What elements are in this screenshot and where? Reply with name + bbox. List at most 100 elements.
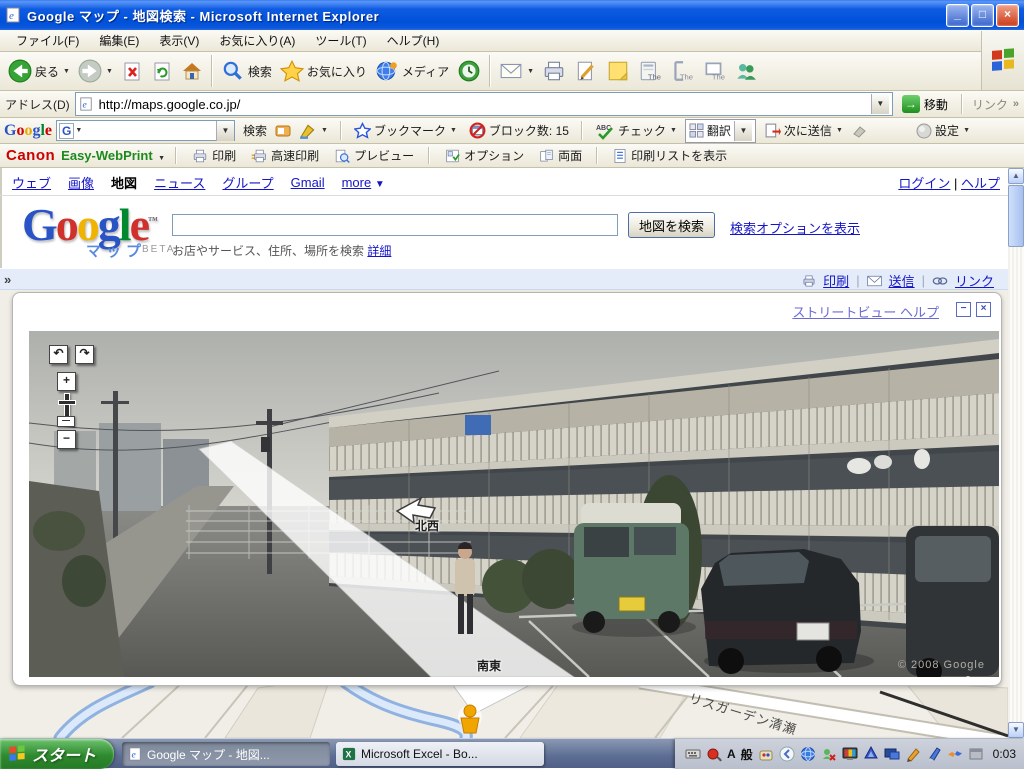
tab-gmail[interactable]: Gmail — [291, 175, 325, 190]
tab-more[interactable]: more ▼ — [342, 175, 385, 190]
dual-monitor-icon[interactable] — [884, 746, 900, 762]
keyboard-icon[interactable] — [685, 746, 701, 762]
settings-button[interactable]: 設定 ▼ — [912, 120, 974, 141]
canon-preview-button[interactable]: プレビュー — [329, 145, 418, 166]
pencil-icon[interactable] — [905, 746, 921, 762]
map-search-input[interactable] — [172, 214, 618, 236]
scroll-thumb[interactable] — [1008, 185, 1024, 247]
menu-edit[interactable]: 編集(E) — [89, 29, 149, 52]
panel-close-button[interactable]: × — [976, 302, 991, 317]
back-button[interactable]: 戻る ▼ — [4, 57, 74, 85]
the-button-3[interactable]: The — [698, 57, 730, 85]
zoom-slider-handle[interactable] — [57, 416, 75, 427]
links-chevron[interactable]: » — [1013, 98, 1019, 110]
network-globe-icon[interactable] — [800, 746, 816, 762]
scroll-up-button[interactable]: ▲ — [1008, 168, 1024, 184]
links-label[interactable]: リンク — [972, 96, 1008, 113]
bookmarks-button[interactable]: ブックマーク ▼ — [350, 120, 461, 141]
ime-mode-indicator[interactable]: 般 — [741, 746, 753, 763]
menu-favorites[interactable]: お気に入り(A) — [209, 29, 305, 52]
spellcheck-button[interactable]: ABC チェック ▼ — [591, 120, 681, 142]
zoom-in-button[interactable]: + — [57, 372, 76, 391]
canon-print-button[interactable]: 印刷 — [187, 145, 240, 166]
pen-tablet-icon[interactable] — [926, 746, 942, 762]
print-link[interactable]: 印刷 — [823, 271, 849, 290]
go-button[interactable]: → 移動 — [898, 94, 952, 114]
ime-pad-icon[interactable] — [758, 746, 774, 762]
tab-news[interactable]: ニュース — [154, 173, 205, 192]
panel-minimize-button[interactable]: − — [956, 302, 971, 317]
tab-web[interactable]: ウェブ — [12, 173, 51, 192]
canon-options-button[interactable]: オプション — [440, 145, 528, 166]
address-dropdown-button[interactable]: ▼ — [870, 94, 889, 114]
google-search-combo[interactable]: G ▼ ▼ — [56, 120, 236, 141]
send-link[interactable]: 送信 — [889, 271, 915, 290]
the-button-1[interactable]: The — [634, 57, 666, 85]
link-link[interactable]: リンク — [955, 271, 994, 290]
canon-print-list-button[interactable]: 印刷リストを表示 — [608, 145, 731, 166]
map-search-button[interactable]: 地図を検索 — [628, 212, 716, 238]
print-button[interactable] — [538, 57, 570, 85]
highlighter-button[interactable]: ▼ — [295, 120, 332, 142]
tab-groups[interactable]: グループ — [222, 173, 273, 192]
favorites-button[interactable]: お気に入り — [276, 57, 371, 85]
messenger-button[interactable] — [730, 57, 762, 85]
stop-button[interactable] — [117, 58, 147, 84]
start-button[interactable]: スタート — [0, 739, 114, 769]
history-button[interactable] — [453, 57, 485, 85]
mail-button[interactable]: ▼ — [495, 57, 538, 85]
maximize-button[interactable]: □ — [971, 3, 994, 27]
task-google-maps[interactable]: e Google マップ - 地図... — [122, 742, 330, 766]
search-options-link[interactable]: 検索オプションを表示 — [730, 218, 860, 237]
news-card-icon[interactable] — [275, 123, 291, 139]
sticky-note-button[interactable] — [602, 57, 634, 85]
rotate-right-button[interactable]: ↷ — [75, 345, 94, 364]
messenger-status-icon[interactable] — [821, 746, 837, 762]
translate-button[interactable]: 翻訳 ▼ — [684, 118, 756, 143]
pegman[interactable] — [463, 704, 477, 718]
combo-dropdown-button[interactable]: ▼ — [216, 120, 235, 141]
menu-help[interactable]: ヘルプ(H) — [377, 29, 450, 52]
canon-product-button[interactable]: Easy-WebPrint ▼ — [61, 147, 165, 165]
help-link[interactable]: ヘルプ — [961, 176, 1000, 191]
compass-back-label[interactable]: 南東 — [477, 657, 501, 674]
menu-view[interactable]: 表示(V) — [149, 29, 209, 52]
translate-dropdown[interactable]: ▼ — [733, 120, 752, 141]
refresh-button[interactable] — [147, 58, 177, 84]
canon-fast-print-button[interactable]: 高速印刷 — [246, 145, 323, 166]
minimize-button[interactable]: _ — [946, 3, 969, 27]
scroll-down-button[interactable]: ▼ — [1008, 722, 1024, 738]
pointing-device-icon[interactable] — [706, 746, 722, 762]
edit-button[interactable] — [570, 57, 602, 85]
close-button[interactable]: × — [996, 3, 1019, 27]
home-button[interactable] — [177, 58, 207, 84]
streetview-photo[interactable]: ↶ ↷ + − 北西 南東 © 2008 Google — [29, 331, 999, 677]
send-to-button[interactable]: 次に送信 ▼ — [760, 120, 847, 141]
menu-tools[interactable]: ツール(T) — [305, 29, 376, 52]
zoom-out-button[interactable]: − — [57, 430, 76, 449]
collapse-tray-chevron[interactable] — [779, 746, 795, 762]
the-button-2[interactable]: The — [666, 57, 698, 85]
display-color-icon[interactable] — [842, 746, 858, 762]
forward-button[interactable]: ▼ — [74, 57, 117, 85]
graphics-utility-icon[interactable] — [863, 746, 879, 762]
eraser-icon[interactable] — [851, 123, 867, 139]
search-button[interactable]: 検索 — [217, 57, 276, 85]
compass-forward-label[interactable]: 北西 — [415, 517, 439, 534]
popup-blocker-button[interactable]: ブロック数: 15 — [465, 120, 573, 141]
task-excel[interactable]: X Microsoft Excel - Bo... — [336, 742, 544, 766]
sync-hands-icon[interactable] — [947, 746, 963, 762]
menu-file[interactable]: ファイル(F) — [6, 29, 89, 52]
login-link[interactable]: ログイン — [898, 176, 950, 191]
gtoolbar-search-button[interactable]: 検索 — [239, 120, 271, 141]
ime-language-indicator[interactable]: A — [727, 747, 736, 761]
details-link[interactable]: 詳細 — [367, 244, 391, 258]
canon-duplex-button[interactable]: 両面 — [534, 145, 586, 166]
streetview-help-link[interactable]: ストリートビュー ヘルプ — [792, 302, 939, 321]
address-input[interactable]: e ▼ — [74, 92, 893, 116]
media-button[interactable]: メディア — [371, 57, 453, 85]
rotate-left-button[interactable]: ↶ — [49, 345, 68, 364]
vertical-scrollbar[interactable]: ▲ ▼ — [1008, 168, 1024, 738]
url-field[interactable] — [96, 95, 867, 113]
sidebar-collapse-chevron[interactable]: » — [4, 272, 11, 287]
